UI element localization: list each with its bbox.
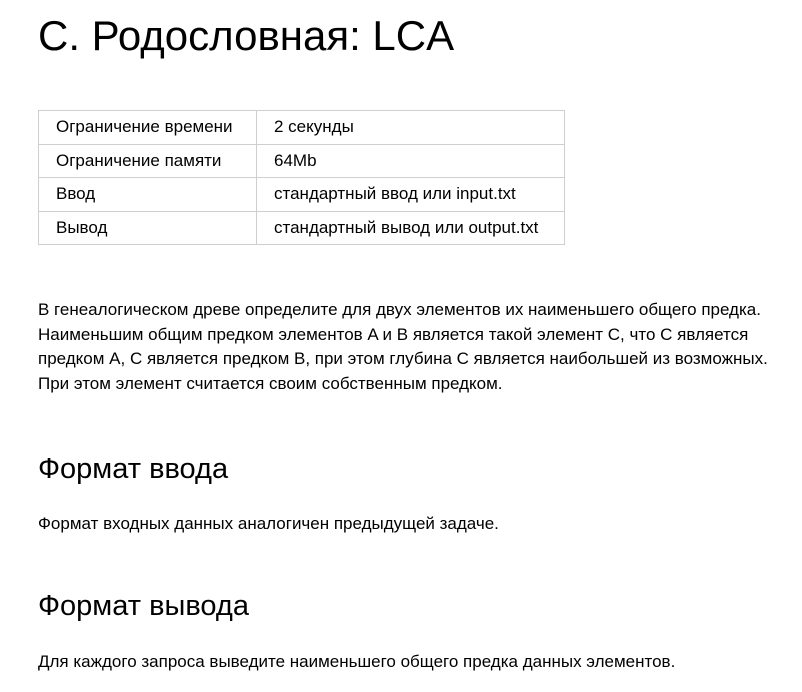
limits-key: Ограничение памяти	[38, 143, 257, 178]
limits-value: 2 секунды	[256, 110, 565, 145]
output-format-text: Для каждого запроса выведите наименьшего…	[38, 652, 676, 671]
limits-key: Ограничение времени	[38, 110, 257, 145]
limits-row-input: Ввод стандартный ввод или input.txt	[38, 177, 565, 212]
legend-line: предком A, C является предком B, при это…	[38, 349, 768, 368]
limits-row-time: Ограничение времени 2 секунды	[38, 110, 565, 145]
limits-table: Ограничение времени 2 секунды Ограничени…	[38, 110, 565, 245]
limits-row-output: Вывод стандартный вывод или output.txt	[38, 210, 565, 245]
limits-value: стандартный ввод или input.txt	[256, 177, 565, 212]
limits-row-memory: Ограничение памяти 64Mb	[38, 143, 565, 178]
input-format-text: Формат входных данных аналогичен предыду…	[38, 514, 499, 533]
limits-value: стандартный вывод или output.txt	[256, 210, 565, 245]
input-format-heading: Формат ввода	[38, 453, 229, 485]
limits-key: Ввод	[38, 177, 257, 212]
problem-legend: В генеалогическом древе определите для д…	[38, 298, 798, 396]
legend-line: При этом элемент считается своим собстве…	[38, 373, 503, 393]
problem-title: C. Родословная: LCA	[38, 12, 455, 59]
output-format-heading: Формат вывода	[38, 590, 249, 622]
limits-key: Вывод	[38, 210, 257, 245]
legend-line: В генеалогическом древе определите для д…	[38, 300, 761, 319]
legend-line: Наименьшим общим предком элементов A и B…	[38, 324, 749, 344]
limits-value: 64Mb	[256, 143, 565, 178]
